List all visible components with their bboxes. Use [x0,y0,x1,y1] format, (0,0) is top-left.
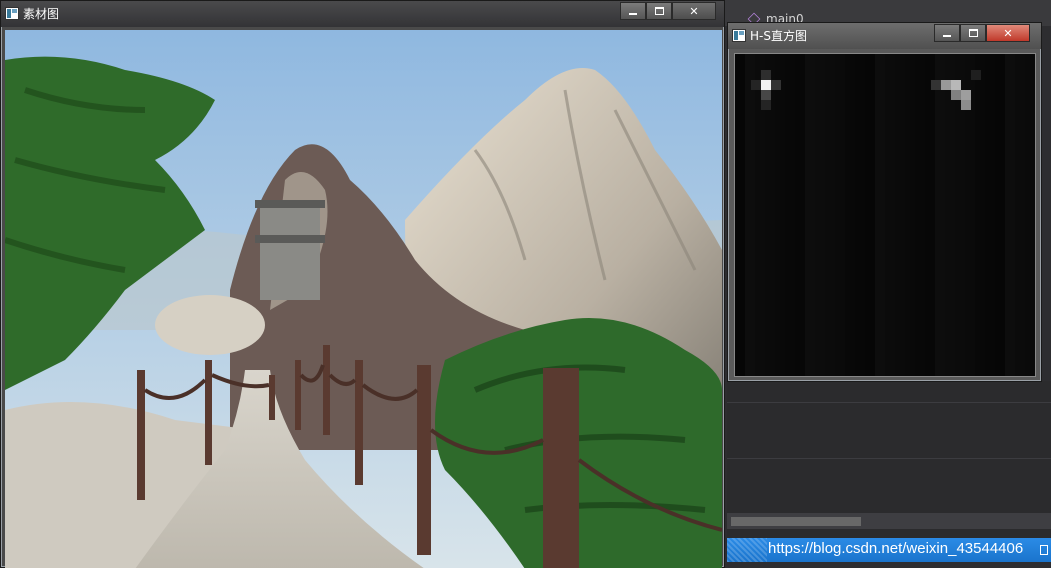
histogram-column [875,54,885,376]
histogram-column [1025,54,1035,376]
histogram-column [745,54,755,376]
scrollbar-thumb[interactable] [731,517,861,526]
maximize-button[interactable] [646,2,672,20]
ide-divider [727,458,1051,459]
histogram-column [775,54,785,376]
histogram-column [925,54,935,376]
minimize-button[interactable] [934,24,960,42]
histogram-column [855,54,865,376]
histogram-column [835,54,845,376]
histogram-bin [761,70,771,80]
histogram-column [895,54,905,376]
maximize-button[interactable] [960,24,986,42]
minimize-icon [629,13,637,15]
histogram-bin [971,70,981,80]
close-button[interactable]: ✕ [986,24,1030,42]
histogram-column [1015,54,1025,376]
app-icon [732,29,746,42]
histogram-bin [761,90,771,100]
histogram-column [915,54,925,376]
histogram-column [945,54,955,376]
histogram-column [865,54,875,376]
histogram-column [905,54,915,376]
histogram-bin [951,80,961,90]
histogram-column [1005,54,1015,376]
histogram-column [795,54,805,376]
histogram-column [935,54,945,376]
close-icon: ✕ [1003,26,1013,40]
watermark-url: https://blog.csdn.net/weixin_43544406 [768,540,1024,557]
photo-window: 素材图 ✕ [0,0,725,568]
notification-icon[interactable] [1040,545,1048,555]
histogram-bin [761,80,771,90]
ide-divider [727,402,1051,403]
window-title: H-S直方图 [750,29,807,43]
histogram-bin [951,90,961,100]
histogram-bin [941,80,951,90]
title-bar[interactable]: H-S直方图 ✕ [728,23,1041,49]
status-pattern [727,538,767,562]
maximize-icon [654,7,664,15]
app-icon [5,7,19,20]
hs-histogram-canvas [734,53,1036,377]
histogram-column [885,54,895,376]
window-title: 素材图 [23,7,60,21]
histogram-window: H-S直方图 ✕ [727,22,1042,382]
histogram-column [825,54,835,376]
title-bar[interactable]: 素材图 ✕ [1,1,724,27]
minimize-button[interactable] [620,2,646,20]
histogram-bin [961,90,971,100]
histogram-column [975,54,985,376]
histogram-column [815,54,825,376]
histogram-bin [761,100,771,110]
close-button[interactable]: ✕ [672,2,716,20]
close-icon: ✕ [689,4,699,18]
histogram-column [985,54,995,376]
source-image [5,30,722,568]
histogram-column [735,54,745,376]
histogram-bin [931,80,941,90]
histogram-column [785,54,795,376]
histogram-bin [751,80,761,90]
histogram-bin [771,80,781,90]
maximize-icon [968,29,978,37]
histogram-column [805,54,815,376]
histogram-column [995,54,1005,376]
histogram-bin [961,100,971,110]
histogram-column [845,54,855,376]
mountain-photo [5,30,722,568]
minimize-icon [943,35,951,37]
